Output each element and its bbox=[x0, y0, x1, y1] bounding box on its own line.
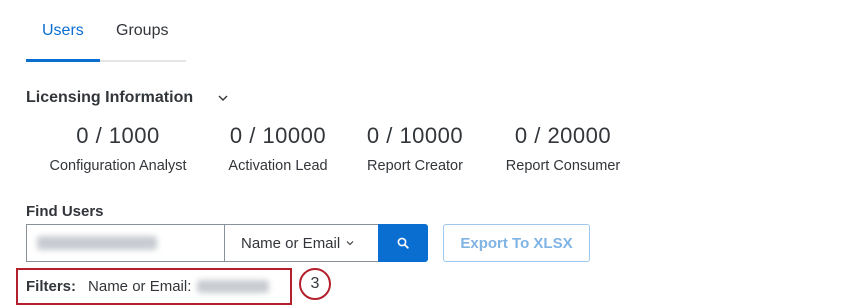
search-field-select-value: Name or Email bbox=[241, 234, 341, 252]
filters-label: Filters: bbox=[26, 278, 77, 295]
license-role: Activation Lead bbox=[228, 158, 328, 174]
active-filters: Filters: Name or Email: bbox=[16, 268, 292, 305]
license-count: 0 / 10000 bbox=[229, 123, 327, 148]
active-tab-indicator bbox=[26, 59, 100, 62]
license-count: 0 / 10000 bbox=[366, 123, 464, 148]
license-count: 0 / 1000 bbox=[76, 123, 160, 148]
license-stat-report-creator: 0 / 10000 Report Creator bbox=[360, 123, 470, 174]
license-role: Report Creator bbox=[367, 158, 463, 174]
tab-users[interactable]: Users bbox=[42, 22, 84, 40]
chevron-down-icon[interactable] bbox=[217, 92, 229, 104]
license-stat-report-consumer: 0 / 20000 Report Consumer bbox=[497, 123, 629, 174]
chevron-down-icon bbox=[346, 241, 354, 246]
tab-groups[interactable]: Groups bbox=[116, 22, 168, 40]
license-stat-configuration-analyst: 0 / 1000 Configuration Analyst bbox=[42, 123, 194, 174]
redacted-filter-value bbox=[197, 280, 270, 293]
redacted-search-text bbox=[37, 236, 157, 250]
search-icon bbox=[397, 237, 409, 249]
license-role: Report Consumer bbox=[505, 158, 621, 174]
search-input[interactable] bbox=[26, 224, 224, 262]
tab-bar: Users Groups bbox=[26, 0, 186, 62]
license-stat-activation-lead: 0 / 10000 Activation Lead bbox=[220, 123, 336, 174]
export-xlsx-button[interactable]: Export To XLSX bbox=[443, 224, 590, 262]
step-callout: 3 bbox=[299, 268, 331, 300]
licensing-header: Licensing Information bbox=[26, 89, 229, 107]
licensing-title: Licensing Information bbox=[26, 89, 194, 106]
search-field-select[interactable]: Name or Email bbox=[224, 224, 379, 262]
license-role: Configuration Analyst bbox=[49, 158, 187, 174]
search-button[interactable] bbox=[378, 224, 428, 262]
license-count: 0 / 20000 bbox=[514, 123, 612, 148]
find-users-label: Find Users bbox=[26, 203, 104, 220]
filter-field-label: Name or Email: bbox=[88, 278, 192, 295]
